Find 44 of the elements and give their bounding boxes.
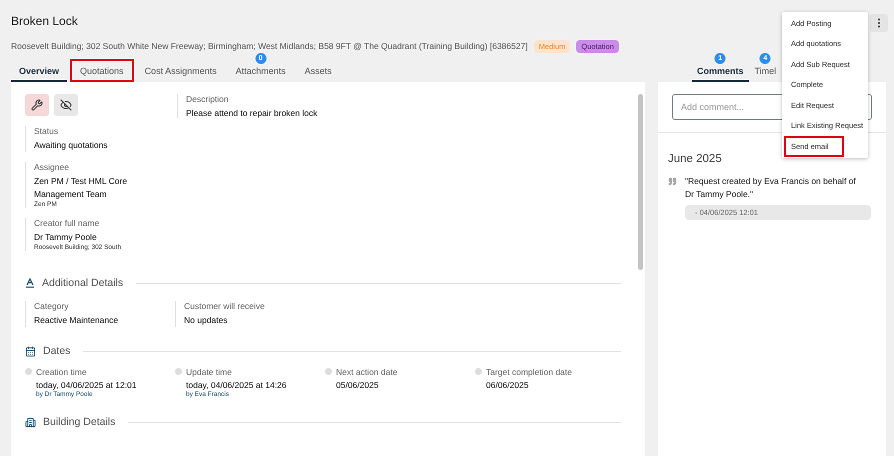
- date-value: 05/06/2025: [336, 379, 380, 391]
- field-value: Zen PM / Test HML Core Management Team: [34, 175, 128, 201]
- status-dot: [25, 368, 32, 375]
- calendar-icon: [25, 346, 36, 356]
- date-value: 06/06/2025: [486, 379, 530, 391]
- menu-button[interactable]: [870, 14, 888, 32]
- request-title: Broken Lock: [11, 14, 78, 30]
- tab[interactable]: Assets: [296, 66, 340, 82]
- date-value: today, 04/06/2025 at 12:01: [36, 379, 137, 391]
- field-label: Description: [186, 94, 230, 104]
- field-label: Status: [34, 126, 60, 136]
- wrench-icon: [31, 99, 43, 111]
- hide-button[interactable]: [54, 94, 78, 116]
- section-title: Additional Details: [42, 277, 124, 289]
- field-label: Creator full name: [34, 218, 100, 228]
- date-label: Creation time: [36, 367, 88, 377]
- date-label: Update time: [186, 367, 233, 377]
- quote-icon: [668, 177, 677, 186]
- status-dot: [175, 368, 182, 375]
- field-value: Awaiting quotations: [34, 139, 109, 152]
- section-title: Dates: [43, 345, 70, 357]
- field-value: Dr Tammy Poole: [34, 231, 98, 244]
- status-dot: [325, 368, 332, 375]
- wrench-button[interactable]: [25, 94, 49, 116]
- field-label: Customer will receive: [184, 301, 266, 311]
- scrollbar-thumb[interactable]: [638, 94, 642, 270]
- field-label: Category: [34, 301, 70, 311]
- month-heading: June 2025: [668, 153, 723, 165]
- status-dot: [475, 368, 482, 375]
- comment-text: "Request created by Eva Francis on behalf of Dr Tammy Poole.": [685, 175, 857, 201]
- date-value: today, 04/06/2025 at 14:26: [186, 379, 287, 391]
- eye-off-icon: [60, 99, 72, 111]
- building-icon: [25, 416, 36, 428]
- address-text: Roosevelt Building; 302 South White New Freeway; Birmingham; West Midlands; B58 9FT @ The Quadrant (Training Building) [6386527]: [11, 41, 528, 51]
- font-icon: [25, 278, 35, 288]
- date-label: Target completion date: [486, 367, 572, 377]
- field-label: Assignee: [34, 162, 70, 172]
- section-title: Building Details: [43, 416, 116, 428]
- date-label: Next action date: [336, 367, 398, 377]
- field-value: Please attend to repair broken lock: [186, 107, 318, 120]
- field-value: Reactive Maintenance: [34, 314, 120, 327]
- tab[interactable]: Quotations: [70, 59, 134, 82]
- field-value: No updates: [184, 314, 228, 327]
- tab[interactable]: Cost Assignments: [136, 66, 225, 82]
